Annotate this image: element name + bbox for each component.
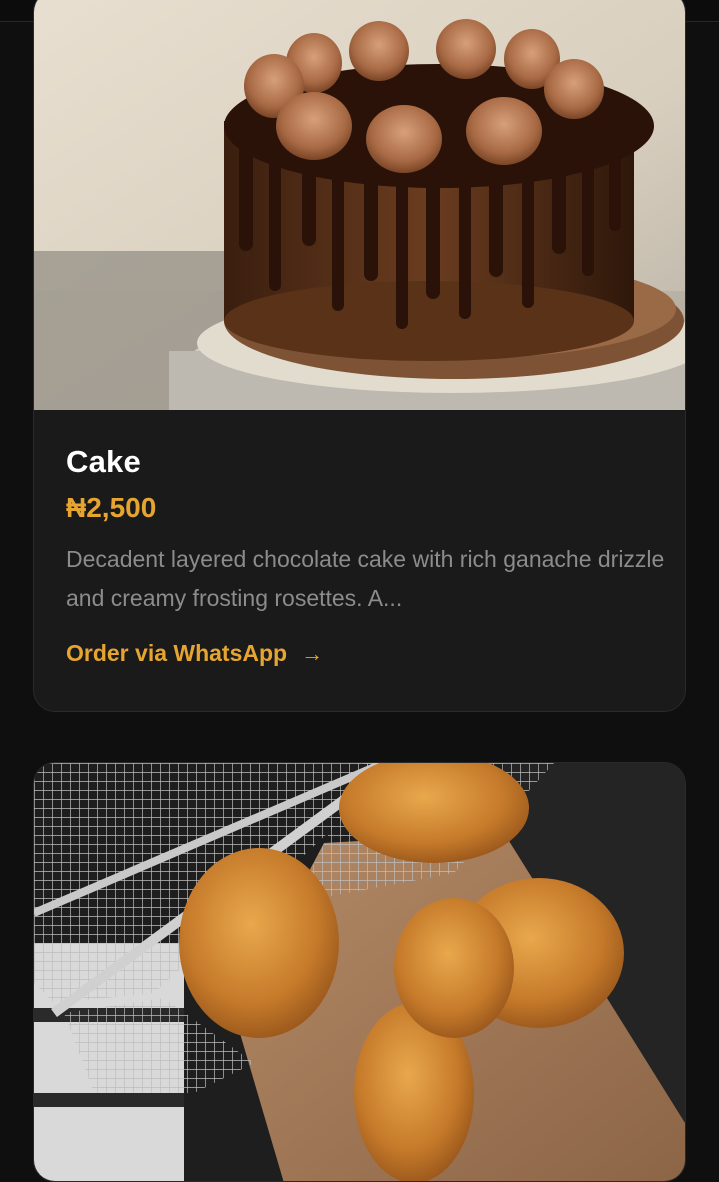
arrow-right-icon: → <box>301 640 324 666</box>
product-image-fried-chicken <box>34 763 685 1181</box>
order-via-whatsapp-link[interactable]: Order via WhatsApp → <box>66 640 323 667</box>
product-description: Decadent layered chocolate cake with ric… <box>66 546 665 611</box>
product-card-fried-chicken[interactable] <box>33 762 686 1182</box>
product-price: ₦2,500 <box>66 492 157 523</box>
product-title: Cake <box>66 444 141 479</box>
order-link-label: Order via WhatsApp <box>66 640 288 666</box>
product-card-cake[interactable]: Cake ₦2,500 Decadent layered chocolate c… <box>33 0 686 712</box>
product-image-cake <box>34 0 685 410</box>
